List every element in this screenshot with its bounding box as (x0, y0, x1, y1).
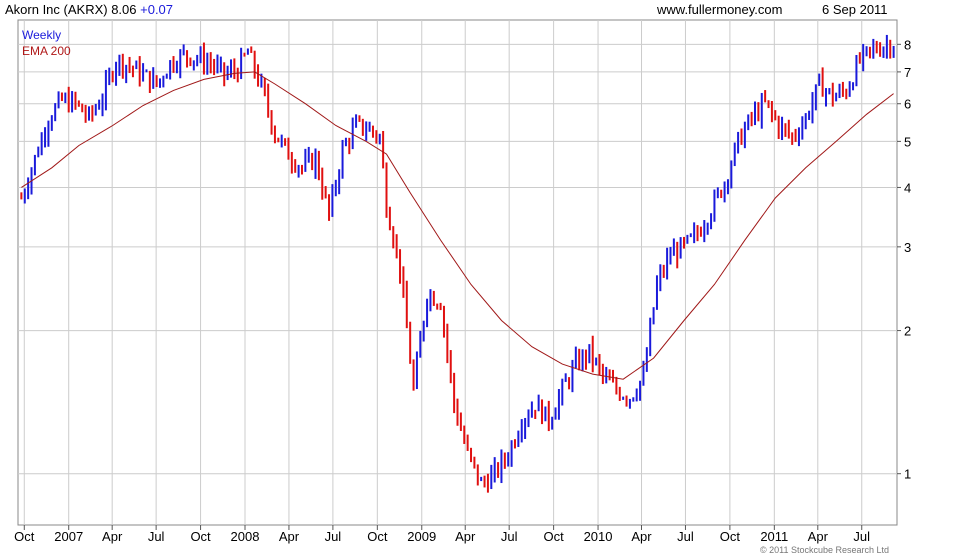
x-tick-label: Oct (367, 529, 388, 544)
y-tick-label: 7 (904, 65, 911, 80)
y-tick-label: 1 (904, 467, 911, 482)
price-chart: Oct 2007 Apr Jul Oct 2008 Apr Jul Oct 2009 Apr Jul O… (14, 19, 911, 544)
x-tick-label: Oct (14, 529, 35, 544)
y-tick-label: 4 (904, 180, 911, 195)
y-axis: 1 2 3 4 5 6 7 8 (897, 37, 911, 482)
y-tick-label: 8 (904, 37, 911, 52)
x-tick-label: 2007 (54, 529, 83, 544)
x-tick-label: 2011 (760, 529, 788, 544)
x-tick-label: Oct (190, 529, 211, 544)
x-tick-label: 2010 (584, 529, 613, 544)
y-tick-label: 2 (904, 324, 911, 339)
x-tick-label: 2009 (407, 529, 436, 544)
x-tick-label: Apr (808, 529, 829, 544)
x-tick-label: Jul (853, 529, 870, 544)
x-tick-label: 2008 (231, 529, 260, 544)
x-tick-label: Apr (102, 529, 123, 544)
x-tick-label: Apr (455, 529, 476, 544)
x-tick-label: Oct (720, 529, 741, 544)
legend-weekly: Weekly (22, 28, 62, 42)
x-tick-label: Apr (631, 529, 652, 544)
legend-ema: EMA 200 (22, 44, 71, 58)
y-tick-label: 3 (904, 240, 911, 255)
x-tick-label: Oct (543, 529, 564, 544)
x-tick-label: Apr (279, 529, 300, 544)
x-tick-label: Jul (148, 529, 165, 544)
copyright-text: © 2011 Stockcube Research Ltd (760, 545, 890, 555)
x-tick-label: Jul (501, 529, 518, 544)
x-axis: Oct 2007 Apr Jul Oct 2008 Apr Jul Oct 2009 Apr Jul O… (14, 525, 870, 544)
x-tick-label: Jul (325, 529, 342, 544)
y-tick-label: 6 (904, 97, 911, 112)
x-tick-label: Jul (677, 529, 694, 544)
y-tick-label: 5 (904, 134, 911, 149)
